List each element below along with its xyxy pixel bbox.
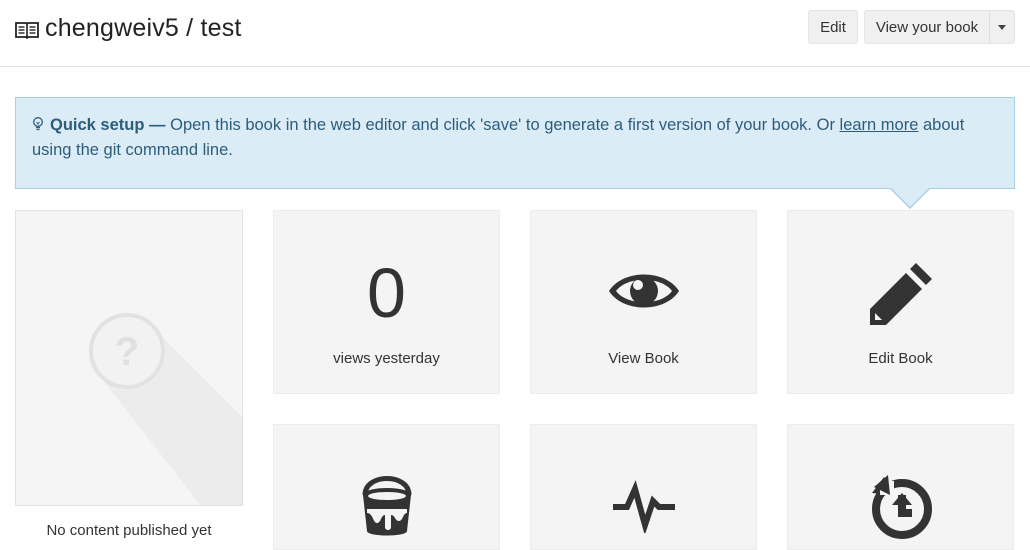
- view-book-tile[interactable]: View Book: [530, 210, 757, 394]
- paint-bucket-icon: [362, 476, 412, 536]
- views-yesterday-tile[interactable]: 0 views yesterday: [273, 210, 500, 394]
- views-count: 0: [367, 254, 406, 332]
- alert-heading: Quick setup —: [50, 116, 166, 134]
- view-your-book-button[interactable]: View your book: [864, 10, 990, 44]
- pencil-icon: [870, 263, 932, 325]
- theme-tile[interactable]: [273, 424, 500, 550]
- caret-down-icon: [998, 24, 1006, 30]
- cover-caption: No content published yet: [46, 522, 212, 539]
- book-icon: [15, 22, 39, 39]
- tile-label: Edit Book: [868, 350, 933, 367]
- question-mark-icon: ?: [89, 313, 242, 505]
- tile-label: View Book: [608, 350, 679, 367]
- page-title[interactable]: chengweiv5 / test: [45, 14, 242, 43]
- top-header: chengweiv5 / test Edit View your book: [0, 0, 1030, 67]
- tile-label: views yesterday: [333, 350, 440, 367]
- history-icon: [872, 475, 932, 539]
- history-tile[interactable]: [787, 424, 1014, 550]
- pulse-icon: [613, 480, 675, 533]
- eye-icon: [609, 274, 679, 308]
- edit-button[interactable]: Edit: [808, 10, 858, 44]
- view-dropdown-toggle[interactable]: [989, 10, 1015, 44]
- activity-tile[interactable]: [530, 424, 757, 550]
- svg-text:?: ?: [115, 330, 139, 374]
- alert-text: Open this book in the web editor and cli…: [165, 116, 840, 134]
- book-cover-placeholder: ?: [15, 210, 243, 506]
- learn-more-link[interactable]: learn more: [840, 116, 919, 134]
- lightbulb-icon: [33, 117, 43, 131]
- quick-setup-alert: Quick setup — Open this book in the web …: [15, 97, 1015, 209]
- edit-book-tile[interactable]: Edit Book: [787, 210, 1014, 394]
